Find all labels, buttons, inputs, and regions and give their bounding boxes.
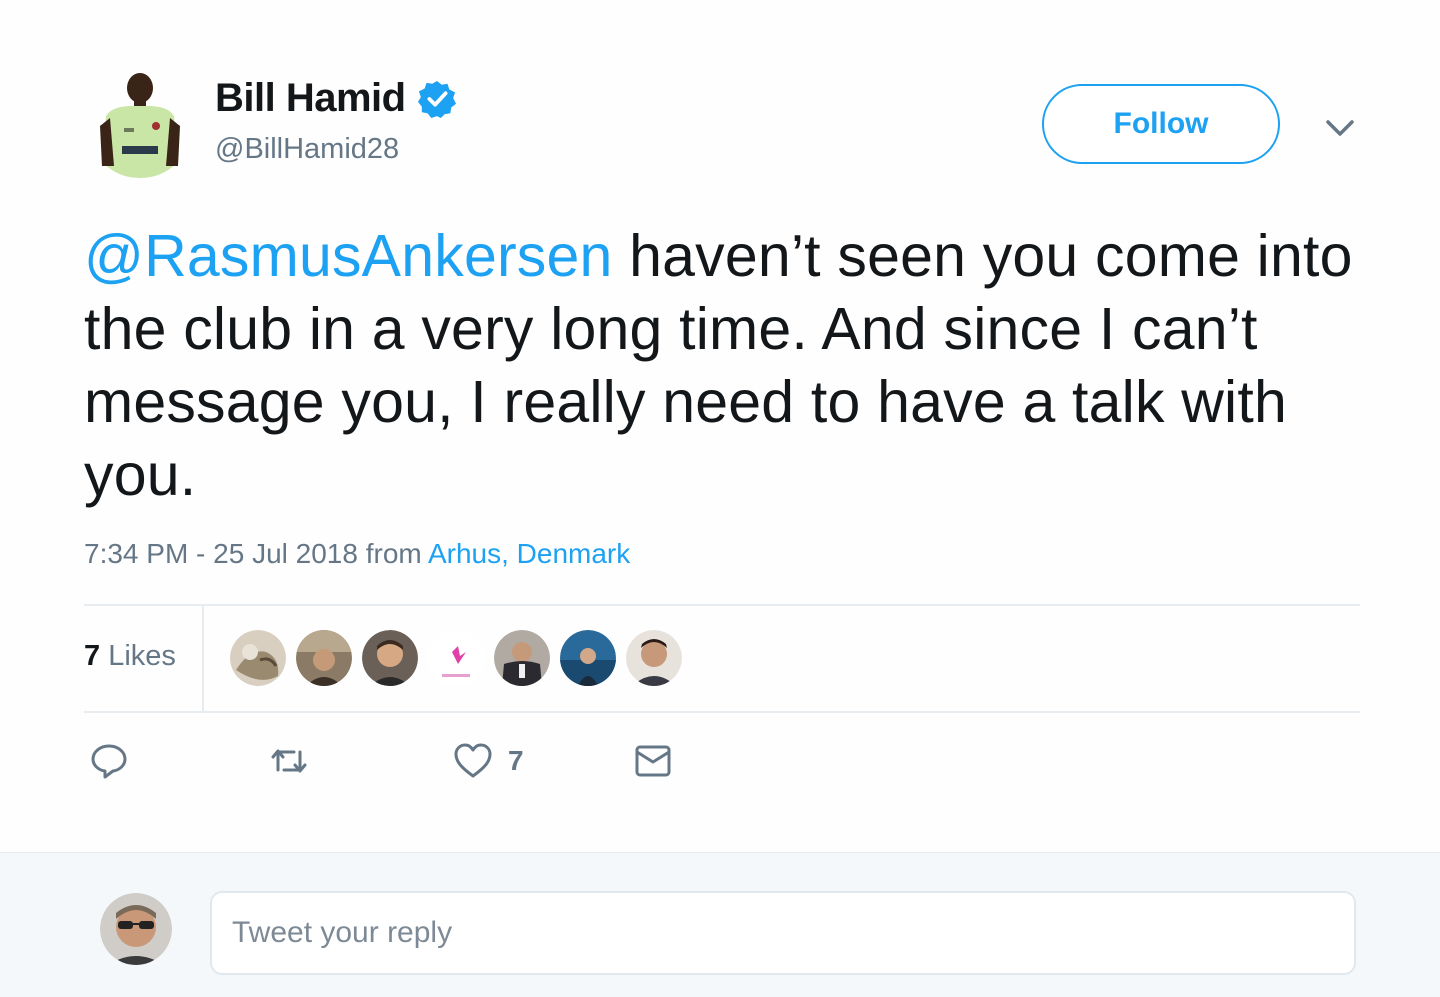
stats-separator [202, 606, 204, 711]
author-name[interactable]: Bill Hamid [215, 76, 406, 121]
tweet-location-link[interactable]: Arhus, Denmark [428, 538, 630, 569]
direct-message-action[interactable] [632, 740, 674, 782]
liker-avatar-1[interactable] [230, 630, 286, 686]
reply-action[interactable] [88, 740, 130, 782]
verified-badge-icon [417, 80, 456, 118]
author-handle[interactable]: @BillHamid28 [215, 133, 456, 166]
heart-icon [454, 743, 492, 778]
tweet-text: @RasmusAnkersen haven’t seen you come in… [84, 220, 1374, 512]
divider-bottom [84, 711, 1360, 713]
tweet-meta: 7:34 PM - 25 Jul 2018 from Arhus, Denmar… [84, 538, 630, 570]
follow-button[interactable]: Follow [1042, 84, 1280, 164]
liker-avatar-6[interactable] [560, 630, 616, 686]
retweet-action[interactable] [268, 740, 310, 782]
likes-stat[interactable]: 7 Likes [84, 640, 176, 673]
likes-count: 7 [84, 640, 101, 672]
tweet-actions: 7 [84, 740, 784, 790]
liker-avatar-4[interactable] [428, 630, 484, 686]
more-options-chevron-down-icon[interactable] [1320, 110, 1360, 144]
tweet-timestamp[interactable]: 7:34 PM - 25 Jul 2018 [84, 538, 358, 569]
likes-label: Likes [100, 640, 176, 672]
envelope-icon [635, 745, 671, 777]
retweet-icon [271, 749, 307, 773]
from-label: from [357, 538, 428, 569]
divider-top [84, 604, 1360, 606]
liker-avatar-3[interactable] [362, 630, 418, 686]
like-action[interactable]: 7 [452, 740, 524, 782]
likers-avatars [230, 630, 682, 686]
tweet-card: Bill Hamid @BillHamid28 Follow @RasmusAn… [0, 0, 1440, 852]
reply-bar [0, 852, 1440, 997]
author-block: Bill Hamid @BillHamid28 [215, 76, 456, 166]
author-name-row[interactable]: Bill Hamid [215, 76, 456, 121]
author-avatar[interactable] [92, 70, 188, 182]
reply-input[interactable] [210, 891, 1356, 975]
liker-avatar-7[interactable] [626, 630, 682, 686]
like-count: 7 [508, 745, 524, 776]
liker-avatar-2[interactable] [296, 630, 352, 686]
mention-link[interactable]: @RasmusAnkersen [84, 223, 613, 289]
current-user-avatar[interactable] [100, 893, 172, 965]
liker-avatar-5[interactable] [494, 630, 550, 686]
reply-icon [91, 744, 127, 779]
